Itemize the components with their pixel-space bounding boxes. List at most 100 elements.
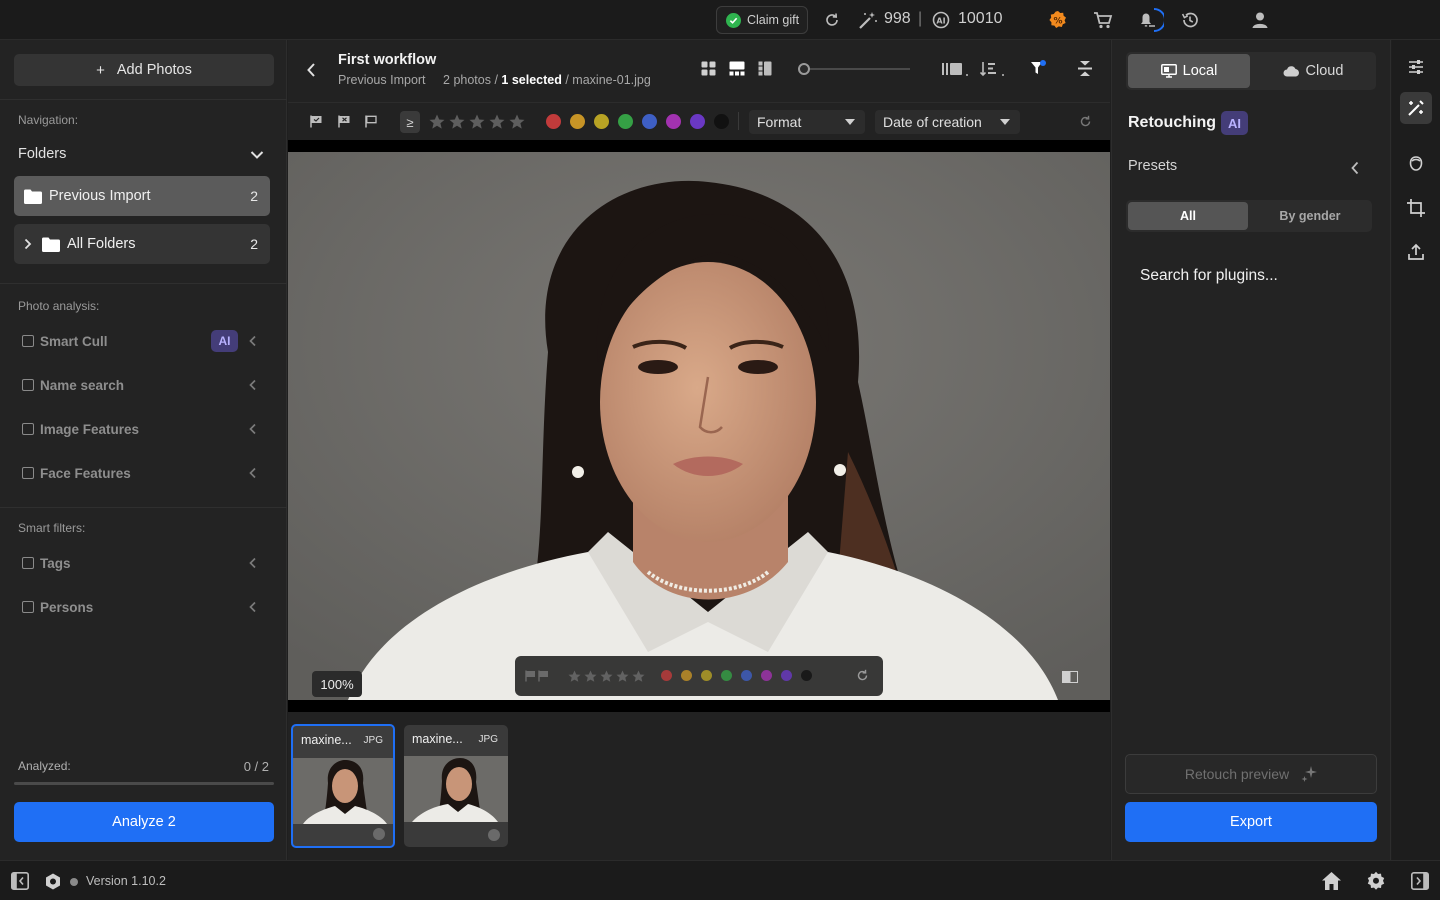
cart-icon[interactable] [1092, 10, 1113, 30]
checkbox[interactable] [22, 379, 34, 391]
color-label-dot[interactable] [701, 670, 712, 681]
rating-operator[interactable]: ≥ [400, 111, 420, 133]
thumbnail-size-slider[interactable] [800, 68, 910, 70]
color-label-dot[interactable] [546, 114, 561, 129]
color-label-dot[interactable] [801, 670, 812, 681]
filter-persons[interactable]: Persons [22, 597, 262, 617]
search-plugins-input[interactable]: Search for plugins... [1140, 267, 1278, 285]
analyze-button[interactable]: Analyze 2 [14, 802, 274, 842]
color-label-dot[interactable] [488, 829, 500, 841]
refresh-icon[interactable] [822, 10, 842, 30]
discount-icon[interactable]: % [1048, 10, 1068, 30]
settings-gear-icon[interactable] [1366, 871, 1386, 891]
color-label-dot[interactable] [721, 670, 732, 681]
collapse-icon[interactable] [1078, 60, 1092, 77]
color-label-dot[interactable] [741, 670, 752, 681]
color-label-dot[interactable] [666, 114, 681, 129]
color-label-dot[interactable] [690, 114, 705, 129]
library-icon[interactable] [942, 61, 970, 77]
thumbnail-image [404, 756, 508, 822]
color-label-dot[interactable] [714, 114, 729, 129]
color-label-dot[interactable] [570, 114, 585, 129]
retouch-tool-button[interactable] [1400, 92, 1432, 124]
reject-flag-icon[interactable] [338, 115, 351, 128]
thumbnail-type: JPG [478, 734, 498, 745]
color-label-dot[interactable] [681, 670, 692, 681]
chevron-left-icon[interactable] [1350, 161, 1360, 175]
claim-gift-button[interactable]: Claim gift [716, 6, 808, 34]
unflagged-icon[interactable] [365, 115, 378, 128]
notification-bell-icon[interactable] [1136, 6, 1164, 34]
chevron-left-icon[interactable] [248, 557, 258, 569]
filter-name-search[interactable]: Name search [22, 375, 262, 395]
retouch-preview-button[interactable]: Retouch preview [1125, 754, 1377, 794]
upload-export-icon[interactable] [1406, 242, 1426, 262]
user-account-icon[interactable] [1250, 10, 1270, 30]
photo-analysis-label: Photo analysis: [18, 299, 100, 313]
star-rating-filter[interactable] [429, 114, 527, 130]
color-label-dot[interactable] [618, 114, 633, 129]
back-arrow-icon[interactable] [306, 62, 316, 78]
reset-filters-icon[interactable] [1079, 115, 1092, 128]
filter-all-button[interactable]: All [1128, 202, 1248, 230]
history-icon[interactable] [1180, 10, 1200, 30]
compare-split-icon[interactable] [1062, 671, 1078, 683]
filter-face-features[interactable]: Face Features [22, 463, 262, 483]
photo-rating-overlay [515, 656, 883, 696]
export-button[interactable]: Export [1125, 802, 1377, 842]
folder-item-previous-import[interactable]: Previous Import 2 [14, 176, 270, 216]
thumbnail-maxine-01[interactable]: maxine... JPG [291, 724, 395, 848]
filter-smart-cull[interactable]: Smart Cull AI [22, 330, 262, 352]
chevron-left-icon[interactable] [248, 467, 258, 479]
chevron-right-icon[interactable] [24, 238, 32, 250]
folders-dropdown[interactable]: Folders [18, 146, 264, 166]
zoom-level[interactable]: 100% [312, 671, 362, 697]
toggle-right-panel-icon[interactable] [1411, 872, 1429, 890]
add-photos-button[interactable]: + Add Photos [14, 54, 274, 86]
chevron-left-icon[interactable] [248, 335, 258, 347]
checkbox[interactable] [22, 423, 34, 435]
checkbox[interactable] [22, 557, 34, 569]
filmstrip-view-icon[interactable] [729, 61, 745, 76]
star-rating[interactable] [568, 670, 646, 683]
mode-local-button[interactable]: Local [1128, 54, 1250, 88]
color-label-dot[interactable] [642, 114, 657, 129]
ai-credits-icon: AI [931, 10, 951, 30]
chevron-left-icon[interactable] [248, 379, 258, 391]
compare-view-icon[interactable] [758, 61, 772, 76]
format-dropdown[interactable]: Format [749, 110, 865, 134]
color-label-dot[interactable] [594, 114, 609, 129]
analysis-progress-bar [14, 782, 274, 785]
filter-funnel-icon[interactable] [1030, 60, 1046, 77]
home-icon[interactable] [1321, 871, 1342, 891]
checkbox[interactable] [22, 335, 34, 347]
folder-item-all-folders[interactable]: All Folders 2 [14, 224, 270, 264]
crop-icon[interactable] [1406, 198, 1426, 218]
color-label-dot[interactable] [661, 670, 672, 681]
face-mask-icon[interactable] [1406, 154, 1426, 174]
reset-icon[interactable] [856, 669, 869, 682]
toggle-left-panel-icon[interactable] [11, 872, 29, 890]
filter-tags[interactable]: Tags [22, 553, 262, 573]
checkbox[interactable] [22, 467, 34, 479]
filter-by-gender-button[interactable]: By gender [1250, 202, 1370, 230]
grid-view-icon[interactable] [701, 61, 716, 76]
presets-row[interactable]: Presets [1128, 158, 1360, 178]
filter-image-features[interactable]: Image Features [22, 419, 262, 439]
slider-handle[interactable] [798, 63, 810, 75]
color-label-dot[interactable] [781, 670, 792, 681]
mode-cloud-button[interactable]: Cloud [1252, 54, 1374, 88]
pick-flag-icon[interactable] [310, 115, 323, 128]
color-label-dot[interactable] [761, 670, 772, 681]
thumbnail-maxine-02[interactable]: maxine... JPG [404, 725, 508, 847]
chevron-left-icon[interactable] [248, 601, 258, 613]
sort-icon[interactable] [980, 61, 1006, 77]
chevron-left-icon[interactable] [248, 423, 258, 435]
image-viewer[interactable] [288, 140, 1110, 712]
color-label-dot[interactable] [373, 828, 385, 840]
pick-flag-icon[interactable] [525, 670, 553, 682]
sort-dropdown[interactable]: Date of creation [875, 110, 1020, 134]
section-title: Retouching [1128, 114, 1216, 131]
checkbox[interactable] [22, 601, 34, 613]
adjustments-sliders-icon[interactable] [1406, 57, 1426, 77]
